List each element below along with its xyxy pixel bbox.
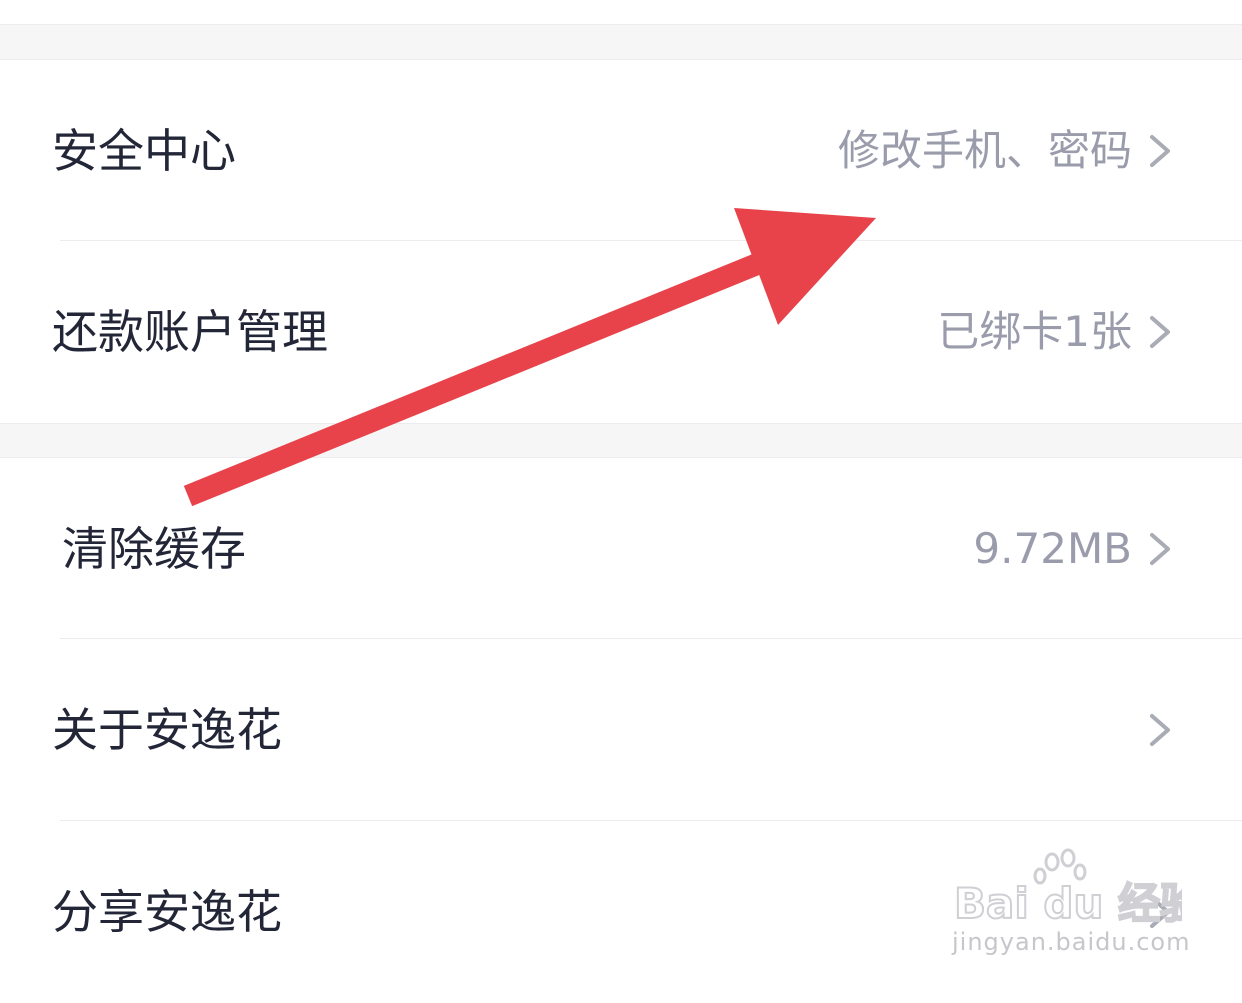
settings-item-clear-cache[interactable]: 清除缓存 9.72MB <box>0 458 1242 640</box>
settings-item-value: 9.72MB <box>973 524 1132 573</box>
settings-item-label: 关于安逸花 <box>52 703 282 757</box>
settings-item-value: 修改手机、密码 <box>837 126 1132 175</box>
settings-item-label: 安全中心 <box>52 124 236 178</box>
section-gap-middle <box>0 423 1242 458</box>
chevron-right-icon <box>1150 714 1170 746</box>
settings-item-security-center[interactable]: 安全中心 修改手机、密码 <box>0 60 1242 242</box>
settings-item-label: 还款账户管理 <box>52 305 328 359</box>
settings-item-label: 分享安逸花 <box>52 885 282 939</box>
chevron-right-icon <box>1150 135 1170 167</box>
chevron-right-icon <box>1150 316 1170 348</box>
settings-item-about[interactable]: 关于安逸花 <box>0 639 1242 821</box>
settings-item-label: 清除缓存 <box>62 522 246 576</box>
section-gap-top <box>0 24 1242 60</box>
settings-item-repayment-account[interactable]: 还款账户管理 已绑卡1张 <box>0 241 1242 423</box>
settings-item-share[interactable]: 分享安逸花 <box>0 821 1242 1003</box>
chevron-right-icon <box>1150 896 1170 928</box>
chevron-right-icon <box>1150 533 1170 565</box>
settings-item-value: 已绑卡1张 <box>937 307 1132 356</box>
